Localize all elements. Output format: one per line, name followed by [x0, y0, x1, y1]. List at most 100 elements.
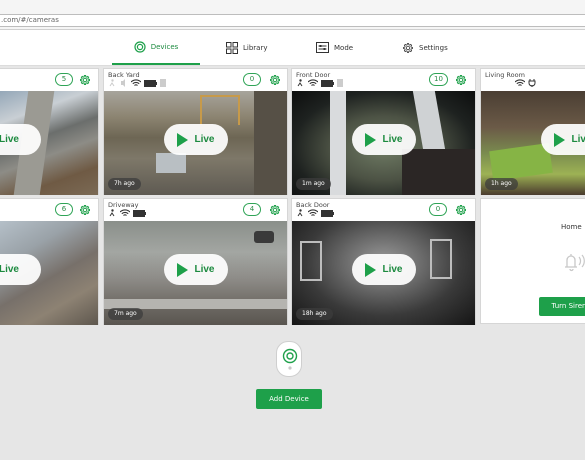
camera-feed-image[interactable]: Live 18h ago: [292, 221, 475, 325]
camera-card-back-door: Back Door 0 Live 18h ago: [291, 198, 476, 325]
wifi-icon: [131, 79, 141, 86]
camera-name: Front Door: [296, 71, 331, 79]
sd-card-icon: [337, 79, 343, 87]
live-label: Live: [382, 264, 403, 275]
battery-icon: [144, 79, 157, 87]
last-event-time: 1h ago: [485, 178, 518, 190]
camera-feed-image[interactable]: Live 1h ago: [481, 91, 585, 195]
motion-off-icon: [109, 79, 115, 87]
card-header: Living Room: [481, 69, 585, 91]
live-label: Live: [382, 134, 403, 145]
camera-name: Back Yard: [108, 71, 140, 79]
status-icons: [108, 209, 146, 217]
event-count-badge[interactable]: 10: [429, 73, 448, 86]
camera-settings-gear-icon[interactable]: [79, 74, 91, 86]
tab-settings[interactable]: Settings: [402, 30, 448, 65]
tab-mode[interactable]: Mode: [316, 30, 353, 65]
play-icon: [365, 262, 377, 277]
camera-settings-gear-icon[interactable]: [455, 74, 467, 86]
camera-name: Back Door: [296, 201, 330, 209]
current-mode-label: Home: [561, 223, 582, 231]
camera-settings-gear-icon[interactable]: [455, 204, 467, 216]
turn-siren-button[interactable]: Turn Siren: [539, 297, 585, 316]
live-button[interactable]: Live: [164, 254, 228, 285]
event-count-badge[interactable]: 6: [55, 203, 73, 216]
live-button[interactable]: Live: [352, 254, 416, 285]
siren-bell-icon: [565, 254, 585, 272]
address-bar[interactable]: .com/#/cameras: [0, 14, 585, 27]
camera-card-back-yard: Back Yard 0 Live 7h ago: [103, 68, 288, 195]
gear-icon: [403, 42, 413, 53]
sound-off-icon: [121, 79, 125, 87]
camera-settings-gear-icon[interactable]: [269, 204, 281, 216]
camera-card-driveway: Driveway 4 Live 7m ago: [103, 198, 288, 325]
card-header: Back Yard 0: [104, 69, 287, 91]
wifi-icon: [120, 209, 130, 216]
battery-icon: [321, 209, 334, 217]
last-event-time: 7m ago: [108, 308, 143, 320]
battery-icon: [321, 79, 334, 87]
camera-name: Driveway: [108, 201, 139, 209]
base-station-icon: [276, 341, 302, 377]
camera-card-front-door: Front Door 10 Live 1m ago: [291, 68, 476, 195]
play-icon: [177, 132, 189, 147]
wifi-icon: [308, 209, 318, 216]
card-header: Back Door 0: [292, 199, 475, 221]
add-device-button[interactable]: Add Device: [256, 389, 322, 409]
motion-icon: [297, 79, 303, 87]
last-event-time: 1m ago: [296, 178, 331, 190]
camera-card: 5 Live: [0, 68, 99, 195]
live-label: Live: [0, 134, 19, 145]
camera-feed-image[interactable]: Live 1m ago: [292, 91, 475, 195]
card-header: 6: [0, 199, 98, 221]
live-button[interactable]: Live: [0, 124, 41, 155]
main-nav: Devices Library Mode Settings: [0, 30, 585, 66]
play-icon: [365, 132, 377, 147]
camera-card-living-room: Living Room Live 1h ago: [480, 68, 585, 195]
mode-sliders-icon: [316, 42, 329, 53]
tab-label: Library: [243, 43, 268, 52]
browser-toolbar: .com/#/cameras: [0, 0, 585, 30]
camera-feed-image[interactable]: Live: [0, 91, 98, 195]
camera-feed-image[interactable]: Live: [0, 221, 98, 325]
camera-ring-icon: [134, 40, 146, 53]
status-icons: [515, 79, 536, 87]
wifi-icon: [515, 79, 525, 86]
status-icons: [108, 79, 166, 87]
play-icon: [554, 132, 566, 147]
camera-settings-gear-icon[interactable]: [79, 204, 91, 216]
event-count-badge[interactable]: 0: [243, 73, 261, 86]
last-event-time: 7h ago: [108, 178, 141, 190]
card-header: Front Door 10: [292, 69, 475, 91]
play-icon: [177, 262, 189, 277]
status-icons: [296, 79, 343, 87]
tab-label: Settings: [419, 43, 448, 52]
live-button[interactable]: Live: [164, 124, 228, 155]
camera-card: 6 Live: [0, 198, 99, 325]
camera-name: Living Room: [485, 71, 525, 79]
live-button[interactable]: Live: [352, 124, 416, 155]
card-header: Driveway 4: [104, 199, 287, 221]
event-count-badge[interactable]: 5: [55, 73, 73, 86]
camera-feed-image[interactable]: Live 7m ago: [104, 221, 287, 325]
battery-icon: [133, 209, 146, 217]
tab-label: Mode: [334, 43, 354, 52]
status-icons: [296, 209, 334, 217]
live-button[interactable]: Live: [541, 124, 585, 155]
live-label: Live: [194, 134, 215, 145]
camera-settings-gear-icon[interactable]: [269, 74, 281, 86]
camera-feed-image[interactable]: Live 7h ago: [104, 91, 287, 195]
event-count-badge[interactable]: 4: [243, 203, 261, 216]
last-event-time: 18h ago: [296, 308, 333, 320]
live-button[interactable]: Live: [0, 254, 41, 285]
motion-icon: [109, 209, 115, 217]
motion-icon: [297, 209, 303, 217]
wifi-icon: [308, 79, 318, 86]
plug-icon: [528, 79, 536, 87]
event-count-badge[interactable]: 0: [429, 203, 447, 216]
mode-card: Home Turn Siren: [480, 198, 585, 324]
tab-label: Devices: [150, 42, 179, 51]
tab-library[interactable]: Library: [226, 30, 267, 65]
live-label: Live: [571, 134, 585, 145]
tab-devices[interactable]: Devices: [112, 30, 200, 65]
